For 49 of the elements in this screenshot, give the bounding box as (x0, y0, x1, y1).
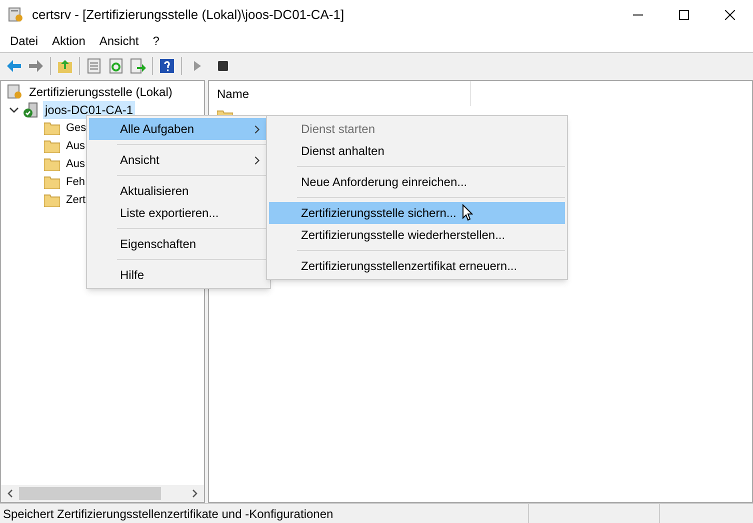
tree-item[interactable]: Zertifizierungsstelle (Lokal) (27, 83, 174, 101)
menu-item[interactable]: Datei (3, 32, 46, 50)
tree-item[interactable]: Zert (64, 192, 88, 208)
horizontal-scrollbar[interactable] (1, 485, 204, 502)
tree-item[interactable]: Aus (64, 156, 87, 172)
menu-item[interactable]: ? (146, 32, 166, 50)
folder-icon (44, 175, 60, 189)
forward-arrow-icon[interactable] (28, 58, 44, 72)
menu-item[interactable]: Dienst anhalten (269, 140, 565, 162)
menu-item[interactable]: Eigenschaften (89, 233, 268, 255)
menu-item[interactable]: Alle Aufgaben (89, 118, 268, 140)
play-icon[interactable] (192, 60, 202, 72)
scroll-thumb[interactable] (19, 487, 161, 500)
menu-item[interactable]: Ansicht (89, 149, 268, 171)
status-text: Speichert Zertifizierungsstellenzertifikate und -Konfigurationen (3, 506, 334, 522)
tree-item[interactable]: Aus (64, 138, 87, 154)
menu-item[interactable]: Neue Anforderung einreichen... (269, 171, 565, 193)
menu-item[interactable]: Zertifizierungsstelle wiederherstellen... (269, 224, 565, 246)
scroll-left-icon[interactable] (7, 489, 13, 498)
expand-chevron-icon[interactable] (9, 105, 19, 115)
window-title: certsrv - [Zertifizierungsstelle (Lokal)\joos-DC01-CA-1] (32, 6, 344, 24)
menu-item[interactable]: Hilfe (89, 264, 268, 286)
menu-item[interactable]: Aktualisieren (89, 180, 268, 202)
folder-up-icon[interactable] (57, 58, 73, 74)
menu-item[interactable]: Zertifizierungsstelle sichern... (269, 202, 565, 224)
scroll-right-icon[interactable] (192, 489, 198, 498)
server-check-icon (23, 102, 39, 118)
column-header[interactable]: Name (209, 81, 471, 106)
tree-item[interactable]: Ges (64, 120, 88, 136)
close-icon (725, 10, 735, 20)
menu-item[interactable]: Liste exportieren... (89, 202, 268, 224)
folder-icon (44, 139, 60, 153)
help-icon[interactable] (159, 58, 175, 74)
folder-icon (44, 157, 60, 171)
app-icon (8, 7, 24, 23)
maximize-icon (679, 10, 689, 20)
refresh-icon[interactable] (108, 58, 124, 74)
menu-item[interactable]: Ansicht (92, 32, 146, 50)
properties-icon[interactable] (86, 58, 102, 74)
export-icon[interactable] (130, 58, 146, 74)
back-arrow-icon[interactable] (6, 58, 22, 72)
mouse-cursor-icon (462, 204, 473, 221)
folder-icon (44, 193, 60, 207)
folder-icon (44, 121, 60, 135)
certificate-authority-icon (7, 84, 23, 100)
menu-item[interactable]: Aktion (45, 32, 92, 50)
stop-icon[interactable] (218, 60, 228, 70)
menu-item[interactable]: Zertifizierungsstellenzertifikat erneuern... (269, 255, 565, 277)
tree-item[interactable]: Feh (64, 174, 87, 190)
